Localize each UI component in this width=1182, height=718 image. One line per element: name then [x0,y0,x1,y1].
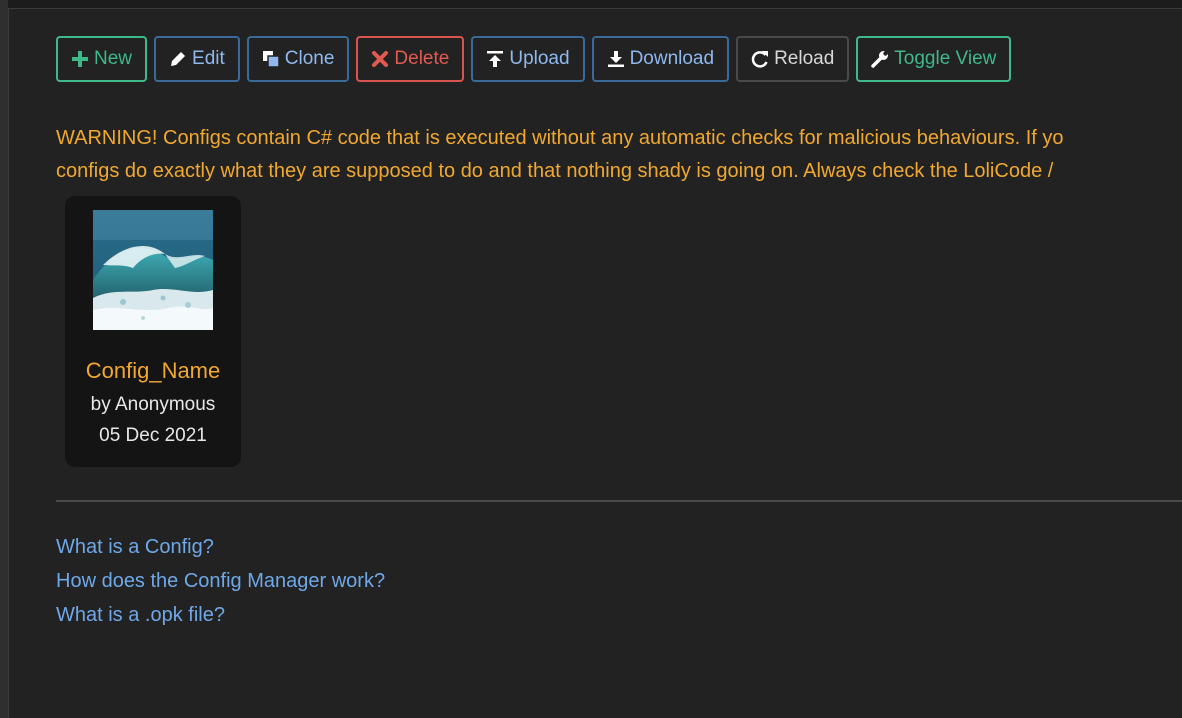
config-thumbnail [93,210,213,330]
config-card[interactable]: Config_Name by Anonymous 05 Dec 2021 [65,196,241,467]
toggle-view-button[interactable]: Toggle View [856,36,1012,82]
config-date: 05 Dec 2021 [99,425,207,446]
reload-button[interactable]: Reload [736,36,850,82]
upload-button-label: Upload [509,48,570,69]
download-button[interactable]: Download [591,36,730,82]
download-icon [607,50,625,68]
wrench-icon [871,50,889,68]
config-author: by Anonymous [90,394,216,415]
clone-button-label: Clone [284,48,335,69]
new-button-label: New [94,48,133,69]
reload-icon [751,50,769,68]
edit-button[interactable]: Edit [154,36,240,82]
top-panel-edge [8,0,1182,9]
download-button-label: Download [629,48,715,69]
edit-button-label: Edit [192,48,225,69]
reload-button-label: Reload [774,48,835,69]
config-manager-page: New Edit Clone Delete Upload Download Re… [56,36,1182,626]
warning-line-2: configs do exactly what they are suppose… [56,160,1054,182]
help-link-config-manager[interactable]: How does the Config Manager work? [56,564,385,598]
config-name: Config_Name [85,358,221,383]
clone-icon [262,50,280,68]
upload-button[interactable]: Upload [471,36,585,82]
left-panel-edge [0,0,9,718]
new-button[interactable]: New [56,36,148,82]
delete-button-label: Delete [394,48,450,69]
help-links: What is a Config? How does the Config Ma… [56,530,385,632]
help-link-what-is-config[interactable]: What is a Config? [56,530,385,564]
help-link-opk-file[interactable]: What is a .opk file? [56,598,385,632]
toolbar: New Edit Clone Delete Upload Download Re… [56,36,1182,82]
warning-line-1: WARNING! Configs contain C# code that is… [56,127,1064,149]
upload-icon [486,50,504,68]
security-warning: WARNING! Configs contain C# code that is… [56,122,1182,188]
x-icon [371,50,389,68]
toggle-view-button-label: Toggle View [894,48,997,69]
plus-icon [71,50,89,68]
clone-button[interactable]: Clone [246,36,350,82]
pencil-icon [169,50,187,68]
divider [56,500,1182,502]
delete-button[interactable]: Delete [356,36,465,82]
